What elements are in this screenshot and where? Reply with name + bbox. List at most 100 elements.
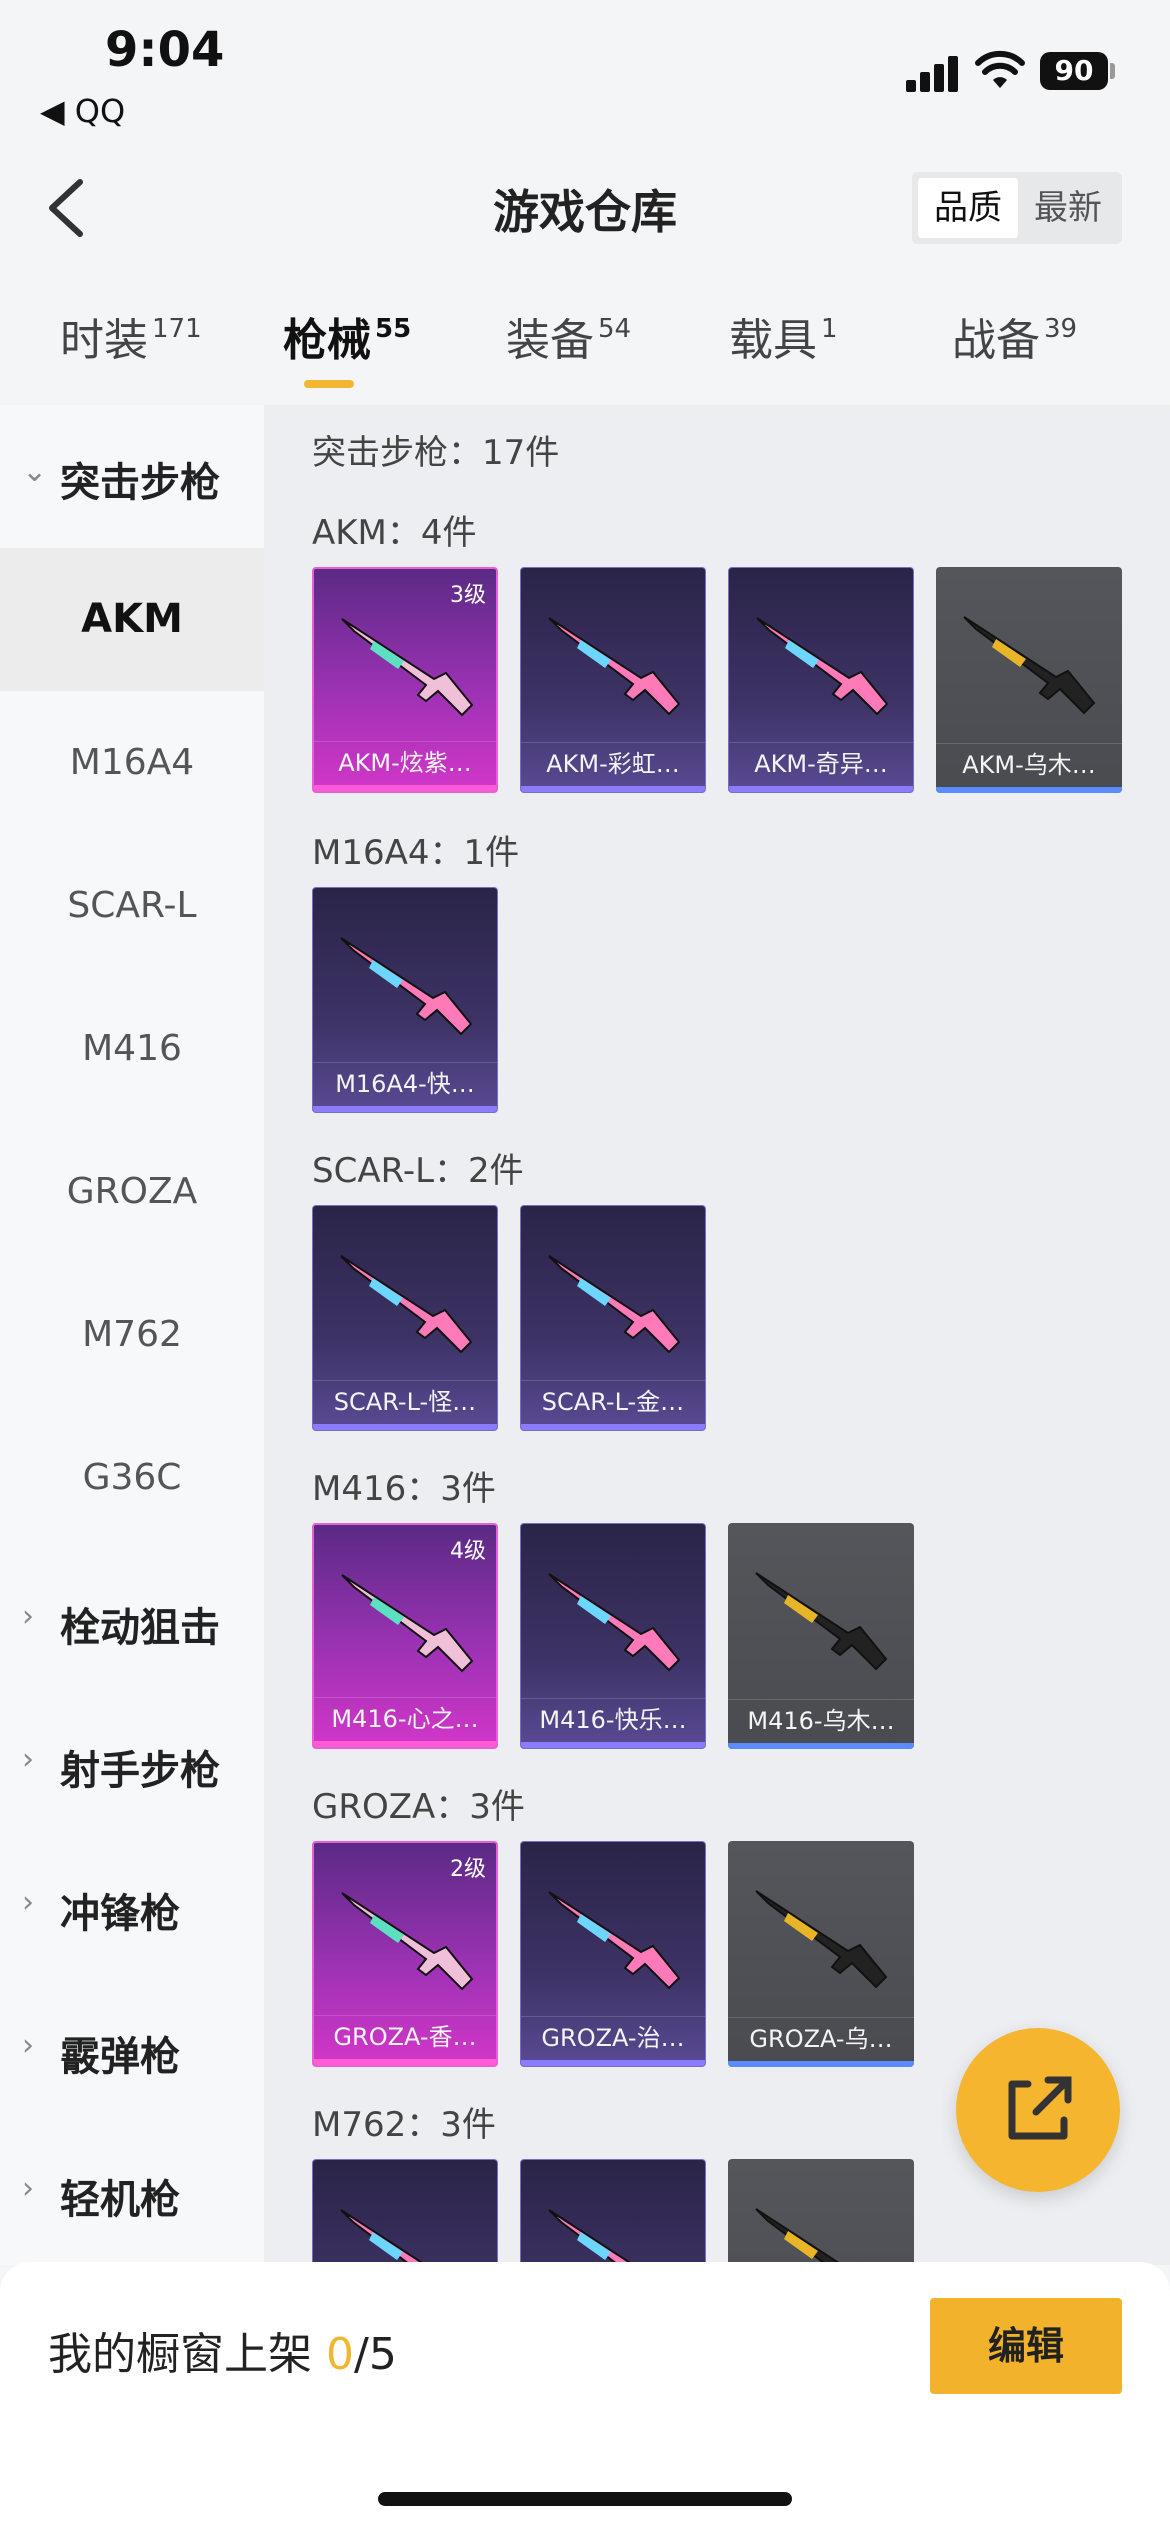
- tab-count: 55: [375, 314, 412, 344]
- sidebar-item-g36c[interactable]: G36C: [0, 1406, 264, 1549]
- weapon-card[interactable]: [520, 2159, 706, 2265]
- rarity-bar: [521, 2060, 705, 2066]
- weapon-card[interactable]: M416-快乐…: [520, 1523, 706, 1749]
- sidebar-group-label: 射手步枪: [60, 1748, 220, 1794]
- sidebar-group-smg[interactable]: › 冲锋枪: [0, 1859, 264, 1959]
- rarity-bar: [936, 787, 1122, 793]
- back-to-app-link[interactable]: ◀ QQ: [40, 92, 125, 130]
- rarity-bar: [728, 1743, 914, 1749]
- weapon-image: [963, 616, 1096, 715]
- sidebar-item-m762[interactable]: M762: [0, 1263, 264, 1406]
- rarity-bar: [521, 1742, 705, 1748]
- share-button[interactable]: [956, 2028, 1120, 2192]
- weapon-image: [755, 2208, 863, 2265]
- weapon-name: GROZA-香…: [314, 2015, 496, 2057]
- level-badge: 3级: [450, 583, 486, 608]
- weapon-card[interactable]: M16A4-快…: [312, 887, 498, 1113]
- sidebar-group-marksman[interactable]: › 射手步枪: [0, 1716, 264, 1816]
- sidebar-group-label: 冲锋枪: [60, 1891, 180, 1937]
- weapon-image: [340, 2209, 448, 2265]
- sidebar-item-akm[interactable]: AKM: [0, 548, 264, 691]
- weapon-card[interactable]: [312, 2159, 498, 2265]
- tab-vehicles[interactable]: 载具 1: [729, 304, 838, 368]
- weapon-card[interactable]: 3级 AKM-炫紫…: [312, 567, 498, 793]
- weapon-image: [548, 1573, 681, 1672]
- weapon-image: [756, 617, 889, 716]
- weapon-card[interactable]: AKM-乌木…: [936, 567, 1122, 793]
- tab-count: 1: [821, 314, 838, 344]
- sidebar-item-scar-l[interactable]: SCAR-L: [0, 834, 264, 977]
- share-external-icon: [1008, 2076, 1072, 2140]
- section-header: AKM：4件: [312, 513, 477, 553]
- sidebar-item-m16a4[interactable]: M16A4: [0, 691, 264, 834]
- weapon-card[interactable]: M416-乌木…: [728, 1523, 914, 1749]
- weapon-image: [341, 1892, 474, 1991]
- weapon-name: SCAR-L-怪…: [313, 1380, 497, 1422]
- weapon-name: GROZA-乌…: [728, 2017, 914, 2059]
- weapon-image: [548, 617, 681, 716]
- rarity-bar: [314, 785, 496, 791]
- tab-label: 战备: [952, 315, 1040, 366]
- weapon-card[interactable]: AKM-奇异…: [728, 567, 914, 793]
- battery-level: 90: [1040, 52, 1108, 90]
- weapon-name: AKM-炫紫…: [314, 741, 496, 783]
- tab-label: 装备: [506, 315, 594, 366]
- weapon-card[interactable]: SCAR-L-怪…: [312, 1205, 498, 1431]
- section-header: SCAR-L：2件: [312, 1151, 524, 1191]
- tab-supplies[interactable]: 战备 39: [952, 304, 1077, 368]
- battery-cap: [1110, 63, 1115, 79]
- rarity-bar: [521, 1424, 705, 1430]
- sort-quality-button[interactable]: 品质: [918, 178, 1018, 238]
- weapon-card[interactable]: GROZA-乌…: [728, 1841, 914, 2067]
- sidebar-group-lmg[interactable]: › 轻机枪: [0, 2145, 264, 2245]
- signal-icon: [906, 52, 962, 92]
- weapon-card[interactable]: GROZA-治…: [520, 1841, 706, 2067]
- sidebar-group-label: 霰弹枪: [60, 2034, 180, 2080]
- level-badge: 2级: [450, 1857, 486, 1882]
- chevron-right-icon: ›: [22, 1742, 34, 1777]
- weapon-card[interactable]: 4级 M416-心之…: [312, 1523, 498, 1749]
- weapon-list: 突击步枪：17件 AKM：4件 3级 AKM-炫紫… AKM-彩虹… AKM-奇异… AK…: [264, 405, 1170, 2265]
- status-time: 9:04: [105, 22, 225, 78]
- tab-fashion[interactable]: 时装 171: [60, 304, 202, 368]
- weapon-card[interactable]: 2级 GROZA-香…: [312, 1841, 498, 2067]
- chevron-right-icon: ›: [22, 1599, 34, 1634]
- sidebar-group-bolt-sniper[interactable]: › 栓动狙击: [0, 1573, 264, 1673]
- weapon-name: M16A4-快…: [313, 1062, 497, 1104]
- weapon-image: [548, 2209, 656, 2265]
- weapon-name: M416-乌木…: [728, 1699, 914, 1741]
- weapon-card[interactable]: [728, 2159, 914, 2265]
- weapon-name: AKM-彩虹…: [521, 742, 705, 784]
- section-header: GROZA：3件: [312, 1787, 525, 1827]
- sidebar-group-label: 轻机枪: [60, 2177, 180, 2223]
- sidebar-group-assault-rifles[interactable]: ⌄ 突击步枪: [0, 428, 264, 528]
- weapon-image: [548, 1255, 681, 1354]
- sidebar-group-label: 栓动狙击: [60, 1605, 220, 1651]
- sort-toggle: 品质 最新: [912, 172, 1122, 244]
- chevron-down-icon: ⌄: [22, 454, 48, 489]
- category-total: 突击步枪：17件: [312, 433, 560, 473]
- category-sidebar: ⌄ 突击步枪 AKM M16A4 SCAR-L M416 GROZA M762 …: [0, 405, 264, 2265]
- tab-weapons[interactable]: 枪械 55: [283, 304, 411, 368]
- weapon-name: M416-快乐…: [521, 1698, 705, 1740]
- rarity-bar: [313, 1106, 497, 1112]
- weapon-card[interactable]: AKM-彩虹…: [520, 567, 706, 793]
- status-bar: 9:04 ◀ QQ 90: [0, 0, 1170, 140]
- weapon-name: M416-心之…: [314, 1697, 496, 1739]
- sidebar-group-shotgun[interactable]: › 霰弹枪: [0, 2002, 264, 2102]
- weapon-name: AKM-乌木…: [936, 743, 1122, 785]
- active-tab-indicator: [304, 380, 354, 388]
- tab-label: 时装: [60, 315, 148, 366]
- weapon-name: GROZA-治…: [521, 2016, 705, 2058]
- rarity-bar: [729, 786, 913, 792]
- tab-equipment[interactable]: 装备 54: [506, 304, 631, 368]
- edit-button[interactable]: 编辑: [930, 2298, 1122, 2394]
- weapon-image: [548, 1891, 681, 1990]
- weapon-card[interactable]: SCAR-L-金…: [520, 1205, 706, 1431]
- weapon-image: [755, 1572, 888, 1671]
- sort-newest-button[interactable]: 最新: [1018, 178, 1118, 238]
- tab-count: 171: [152, 314, 202, 344]
- sidebar-item-m416[interactable]: M416: [0, 977, 264, 1120]
- section-header: M16A4：1件: [312, 833, 520, 873]
- sidebar-item-groza[interactable]: GROZA: [0, 1120, 264, 1263]
